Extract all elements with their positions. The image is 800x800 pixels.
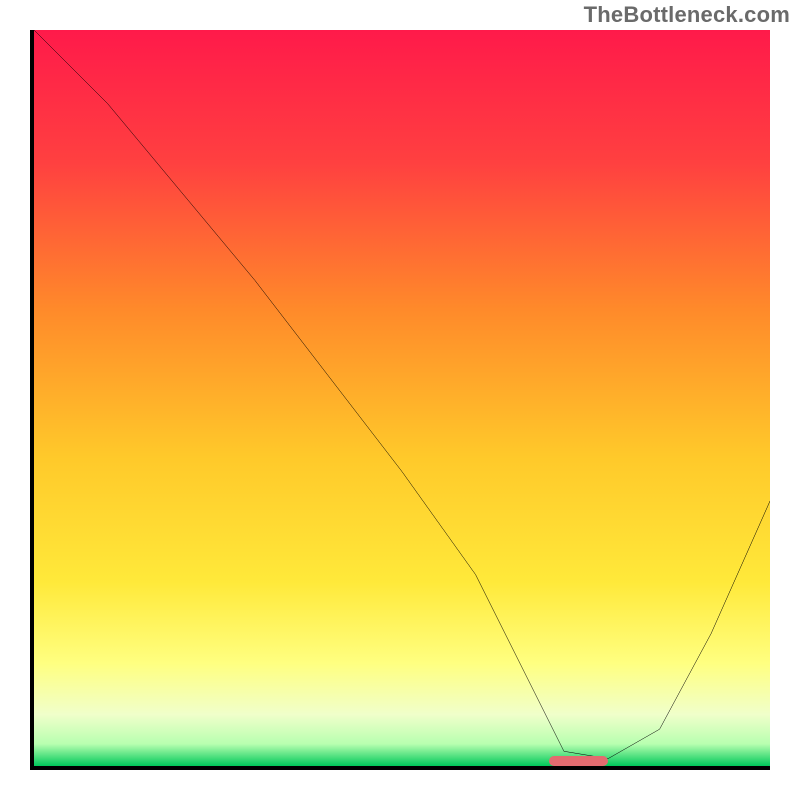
plot-area (30, 30, 770, 770)
optimum-range-marker (549, 756, 608, 766)
chart-container: TheBottleneck.com (0, 0, 800, 800)
bottleneck-curve (34, 30, 770, 766)
watermark-text: TheBottleneck.com (584, 2, 790, 28)
